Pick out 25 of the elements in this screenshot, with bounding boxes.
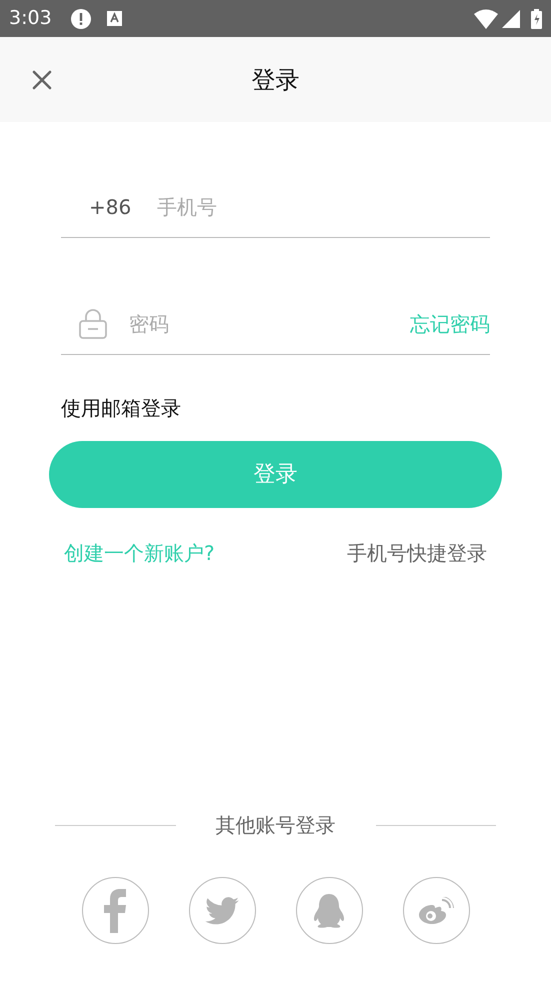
phone-input[interactable]: 手机号 [157, 192, 490, 222]
phone-field[interactable]: +86 手机号 [61, 185, 490, 238]
facebook-icon [104, 888, 126, 932]
close-button[interactable] [30, 68, 54, 92]
keyboard-a-icon [106, 11, 122, 26]
signal-icon [502, 10, 520, 28]
email-login-link[interactable]: 使用邮箱登录 [61, 393, 490, 423]
quick-login-link[interactable]: 手机号快捷登录 [347, 538, 487, 568]
page-title: 登录 [252, 64, 300, 96]
battery-icon [531, 8, 542, 28]
social-login-button[interactable] [402, 877, 470, 944]
clock: 3:03 [9, 6, 52, 32]
close-icon [32, 70, 52, 90]
bird-icon [205, 896, 239, 924]
country-code[interactable]: +86 [89, 192, 132, 222]
password-input[interactable]: 密码 [129, 309, 410, 339]
weibo-icon [418, 896, 454, 924]
wifi-icon [474, 8, 498, 28]
social-login-button[interactable] [188, 877, 256, 944]
penguin-icon [312, 892, 346, 928]
social-login-button[interactable] [82, 877, 148, 944]
other-login-heading: 其他账号登录 [214, 812, 336, 839]
social-login-button[interactable] [296, 877, 362, 944]
lock-icon [79, 309, 107, 339]
alert-icon [70, 8, 91, 28]
